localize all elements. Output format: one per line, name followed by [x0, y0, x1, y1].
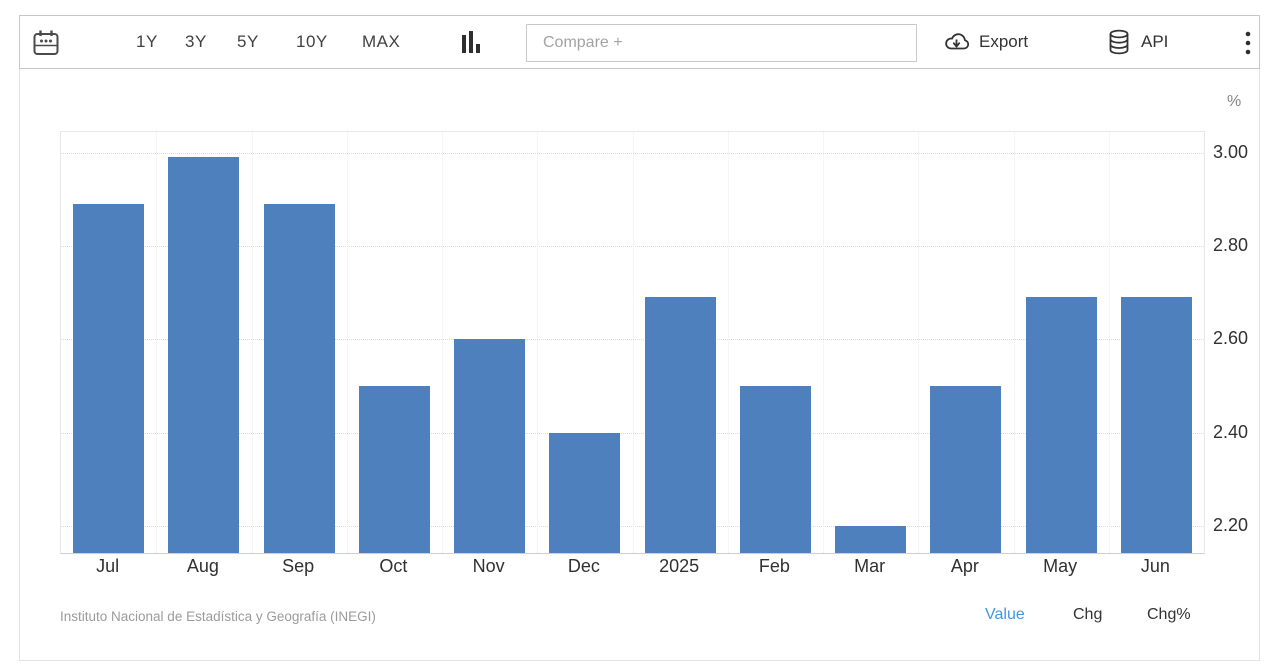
- footer-link-chg-pct[interactable]: Chg%: [1147, 606, 1191, 624]
- y-axis-tick-label: 3.00: [1213, 141, 1248, 163]
- bar-dec[interactable]: [549, 433, 620, 553]
- api-button[interactable]: API: [1106, 16, 1168, 68]
- bar-jul[interactable]: [73, 204, 144, 553]
- bar-aug[interactable]: [168, 157, 239, 553]
- database-icon: [1106, 28, 1132, 56]
- api-label: API: [1141, 32, 1168, 52]
- v-gridline: [1109, 132, 1110, 553]
- chart-widget: 1Y 3Y 5Y 10Y MAX Export: [0, 0, 1280, 667]
- bar-oct[interactable]: [359, 386, 430, 553]
- range-button-max[interactable]: MAX: [362, 16, 400, 68]
- bar-mar[interactable]: [835, 526, 906, 553]
- v-gridline: [633, 132, 634, 553]
- compare-input[interactable]: [526, 24, 917, 62]
- column-chart-icon: [459, 29, 483, 57]
- x-axis-tick-label: Dec: [536, 556, 632, 577]
- x-axis-tick-label: Jul: [60, 556, 156, 577]
- bar-feb[interactable]: [740, 386, 811, 553]
- v-gridline: [918, 132, 919, 553]
- cloud-download-icon: [943, 29, 970, 56]
- range-button-1y[interactable]: 1Y: [136, 16, 158, 68]
- source-attribution: Instituto Nacional de Estadística y Geog…: [60, 609, 376, 624]
- v-gridline: [347, 132, 348, 553]
- x-axis-tick-label: May: [1012, 556, 1108, 577]
- y-axis-unit-label: %: [1227, 93, 1241, 111]
- v-gridline: [156, 132, 157, 553]
- v-gridline: [442, 132, 443, 553]
- calendar-button[interactable]: [30, 27, 62, 59]
- x-axis-tick-label: Apr: [917, 556, 1013, 577]
- plot-area: [60, 131, 1205, 554]
- bar-sep[interactable]: [264, 204, 335, 553]
- y-axis-tick-label: 2.20: [1213, 514, 1248, 536]
- bar-2025[interactable]: [645, 297, 716, 553]
- x-axis-tick-label: Sep: [250, 556, 346, 577]
- export-label: Export: [979, 32, 1028, 52]
- x-axis-tick-label: Feb: [726, 556, 822, 577]
- range-button-5y[interactable]: 5Y: [237, 16, 259, 68]
- toolbar: 1Y 3Y 5Y 10Y MAX Export: [19, 15, 1260, 69]
- x-axis-tick-label: Mar: [822, 556, 918, 577]
- kebab-menu-icon: [1244, 30, 1252, 56]
- v-gridline: [728, 132, 729, 553]
- calendar-icon: [31, 28, 61, 58]
- v-gridline: [537, 132, 538, 553]
- bar-jun[interactable]: [1121, 297, 1192, 553]
- export-button[interactable]: Export: [943, 16, 1028, 68]
- footer-link-chg[interactable]: Chg: [1073, 606, 1102, 624]
- chart-type-button[interactable]: [456, 28, 486, 58]
- bar-may[interactable]: [1026, 297, 1097, 553]
- x-axis-tick-label: Aug: [155, 556, 251, 577]
- x-axis-tick-label: Jun: [1107, 556, 1203, 577]
- more-options-button[interactable]: [1236, 27, 1260, 59]
- bar-nov[interactable]: [454, 339, 525, 553]
- y-axis-tick-label: 2.80: [1213, 234, 1248, 256]
- footer-link-value[interactable]: Value: [985, 606, 1025, 624]
- range-button-10y[interactable]: 10Y: [296, 16, 328, 68]
- x-axis-tick-label: Oct: [345, 556, 441, 577]
- y-axis-tick-label: 2.40: [1213, 421, 1248, 443]
- bar-apr[interactable]: [930, 386, 1001, 553]
- x-axis-tick-label: 2025: [631, 556, 727, 577]
- x-axis-tick-label: Nov: [441, 556, 537, 577]
- v-gridline: [1014, 132, 1015, 553]
- v-gridline: [823, 132, 824, 553]
- range-button-3y[interactable]: 3Y: [185, 16, 207, 68]
- v-gridline: [252, 132, 253, 553]
- y-axis-tick-label: 2.60: [1213, 327, 1248, 349]
